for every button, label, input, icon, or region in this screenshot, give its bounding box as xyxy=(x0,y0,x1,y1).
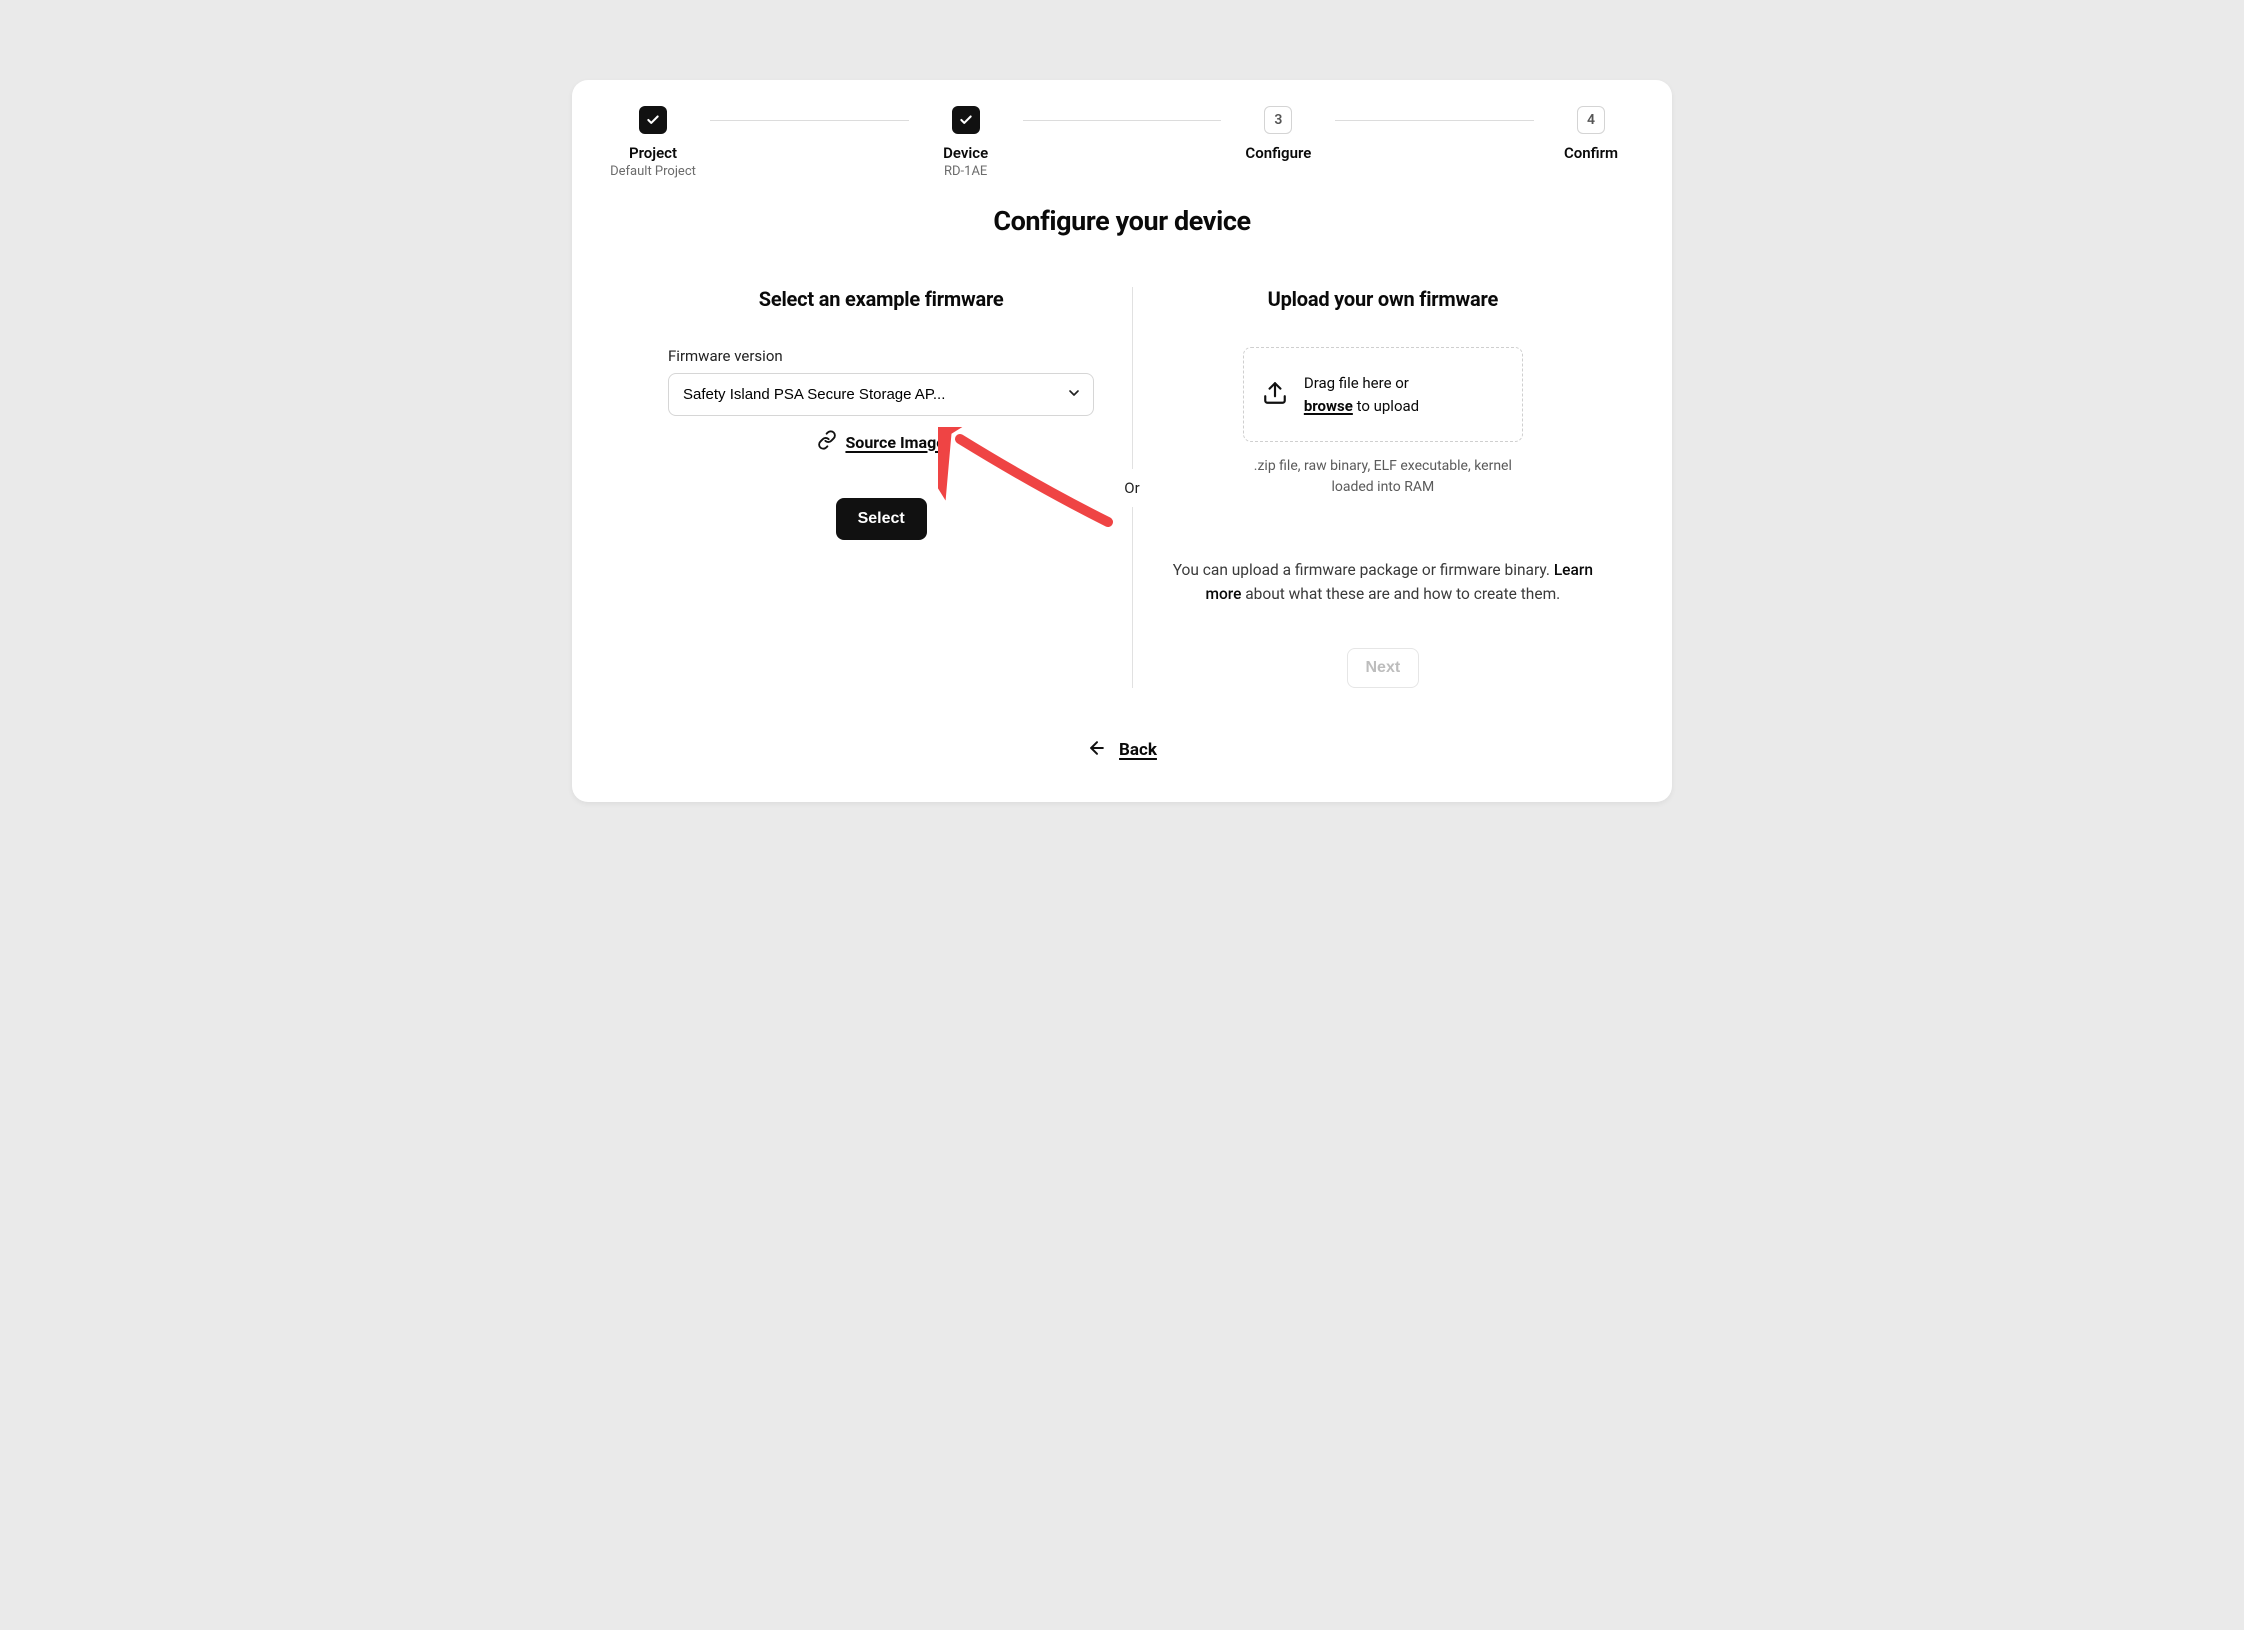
step-number: 3 xyxy=(1264,106,1292,134)
step-label: Project xyxy=(629,144,677,162)
column-heading: Upload your own firmware xyxy=(1268,287,1498,311)
upload-description: You can upload a firmware package or fir… xyxy=(1170,558,1596,606)
step-connector xyxy=(710,120,909,121)
link-icon xyxy=(817,430,837,454)
next-button[interactable]: Next xyxy=(1347,648,1420,688)
step-label: Confirm xyxy=(1564,144,1618,162)
step-project[interactable]: Project Default Project xyxy=(608,106,698,179)
firmware-version-label: Firmware version xyxy=(668,347,1094,365)
step-sublabel: Default Project xyxy=(610,164,696,179)
content-columns: Select an example firmware Firmware vers… xyxy=(608,287,1636,688)
upload-icon xyxy=(1262,380,1288,410)
column-heading: Select an example firmware xyxy=(759,287,1004,311)
column-example-firmware: Select an example firmware Firmware vers… xyxy=(608,287,1124,688)
step-number: 4 xyxy=(1577,106,1605,134)
select-button[interactable]: Select xyxy=(836,498,927,540)
file-drop-zone[interactable]: Drag file here or browse to upload xyxy=(1243,347,1523,442)
drop-text: Drag file here or browse to upload xyxy=(1304,372,1419,417)
source-image-row: Source Image xyxy=(817,430,944,454)
step-label: Configure xyxy=(1245,144,1311,162)
or-label: Or xyxy=(1124,479,1139,497)
browse-link[interactable]: browse xyxy=(1304,397,1353,415)
back-label: Back xyxy=(1119,740,1157,760)
back-button[interactable]: Back xyxy=(608,738,1636,762)
step-connector xyxy=(1335,120,1534,121)
step-label: Device xyxy=(943,144,988,162)
firmware-version-select-wrap: Safety Island PSA Secure Storage AP... xyxy=(668,373,1094,416)
source-image-link[interactable]: Source Image xyxy=(845,433,944,452)
step-confirm[interactable]: 4 Confirm xyxy=(1546,106,1636,164)
stepper: Project Default Project Device RD-1AE 3 … xyxy=(608,106,1636,179)
firmware-version-select[interactable]: Safety Island PSA Secure Storage AP... xyxy=(668,373,1094,416)
step-device[interactable]: Device RD-1AE xyxy=(921,106,1011,179)
step-connector xyxy=(1023,120,1222,121)
step-sublabel: RD-1AE xyxy=(944,164,987,179)
checkmark-icon xyxy=(952,106,980,134)
wizard-card: Project Default Project Device RD-1AE 3 … xyxy=(572,80,1672,802)
column-upload-firmware: Upload your own firmware Drag file here … xyxy=(1140,287,1636,688)
arrow-left-icon xyxy=(1087,738,1107,762)
checkmark-icon xyxy=(639,106,667,134)
step-configure[interactable]: 3 Configure xyxy=(1233,106,1323,164)
page-title: Configure your device xyxy=(608,205,1636,237)
column-divider: Or xyxy=(1124,287,1139,688)
upload-hint: .zip file, raw binary, ELF executable, k… xyxy=(1233,456,1533,498)
